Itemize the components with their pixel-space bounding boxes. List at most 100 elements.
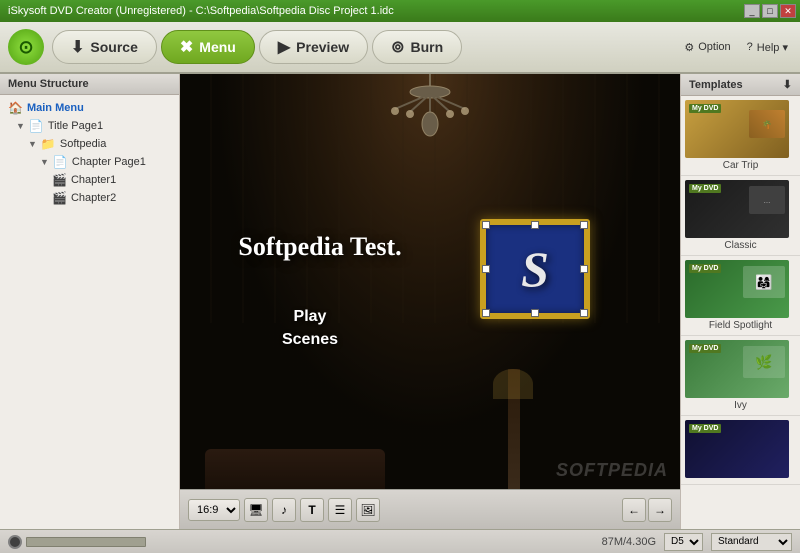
- thumbnail-frame[interactable]: S: [480, 219, 590, 319]
- option-button[interactable]: ⚙ Option: [680, 39, 734, 56]
- prev-button[interactable]: ←: [622, 498, 646, 522]
- template-thumb-ivy: My DVD 🌿: [685, 340, 789, 398]
- tree-item-chapter-page1[interactable]: ▼ 📄 Chapter Page1: [4, 153, 175, 171]
- tab-source-label: Source: [90, 39, 137, 55]
- preview-icon: ▶: [278, 37, 290, 57]
- template-thumb-car-trip: My DVD 🌴: [685, 100, 789, 158]
- screen-icon: 🖥: [248, 503, 263, 517]
- expand-icon-2: ▼: [28, 139, 37, 149]
- template-field-spotlight[interactable]: My DVD 👨‍👩‍👧 Field Spotlight: [681, 256, 800, 336]
- source-icon: ⬇: [71, 37, 84, 57]
- home-icon: 🏠: [8, 101, 23, 115]
- tab-source[interactable]: ⬇ Source: [52, 30, 157, 64]
- nav-tabs: ⬇ Source ✖ Menu ▶ Preview ⊚ Burn: [52, 30, 680, 64]
- selection-handle-tr[interactable]: [580, 221, 588, 229]
- tree-item-chapter1[interactable]: 🎬 Chapter1: [4, 171, 175, 189]
- main-content: Menu Structure 🏠 Main Menu ▼ 📄 Title Pag…: [0, 74, 800, 529]
- image-tool-button[interactable]: 🖼: [356, 498, 380, 522]
- selection-handle-mr[interactable]: [580, 265, 588, 273]
- tree-container: 🏠 Main Menu ▼ 📄 Title Page1 ▼ 📁 Softpedi…: [0, 95, 179, 211]
- template-classic[interactable]: My DVD ... Classic: [681, 176, 800, 256]
- watermark: SOFTPEDIA: [556, 460, 668, 481]
- nav-arrows: ← →: [622, 498, 672, 522]
- sofa-decoration: [205, 449, 385, 489]
- template-ivy[interactable]: My DVD 🌿 Ivy: [681, 336, 800, 416]
- next-button[interactable]: →: [648, 498, 672, 522]
- tree-item-softpedia[interactable]: ▼ 📁 Softpedia: [4, 135, 175, 153]
- toolbar-right: ⚙ Option ? Help ▾: [680, 39, 792, 56]
- app-logo: ⊙: [8, 29, 44, 65]
- option-label: Option: [698, 41, 730, 53]
- chapters-tool-button[interactable]: ☰: [328, 498, 352, 522]
- center-panel: Softpedia Test. Play Scenes S: [180, 74, 680, 529]
- selection-handle-br[interactable]: [580, 309, 588, 317]
- chapter1-label: Chapter1: [71, 174, 116, 186]
- help-icon: ?: [747, 41, 753, 53]
- template-thumb-5: My DVD: [685, 420, 789, 478]
- right-panel: Templates ⬇ My DVD 🌴 Car Trip My DVD ...: [680, 74, 800, 529]
- selection-handle-bl[interactable]: [482, 309, 490, 317]
- selection-handle-ml[interactable]: [482, 265, 490, 273]
- status-icon: [8, 535, 22, 549]
- menu-background: Softpedia Test. Play Scenes S: [180, 74, 680, 489]
- arrow-right-icon: →: [654, 503, 666, 517]
- text-icon: T: [308, 503, 315, 517]
- tab-burn-label: Burn: [411, 39, 444, 55]
- template-thumb-field: My DVD 👨‍👩‍👧: [685, 260, 789, 318]
- status-right: 87M/4.30G D5 D9 Standard High Quality Cu…: [602, 533, 792, 551]
- expand-icon-3: ▼: [40, 157, 49, 167]
- main-menu-label: Main Menu: [27, 102, 84, 114]
- burn-icon: ⊚: [391, 37, 404, 57]
- tree-item-main-menu[interactable]: 🏠 Main Menu: [4, 99, 175, 117]
- arrow-left-icon: ←: [628, 503, 640, 517]
- minimize-button[interactable]: _: [744, 4, 760, 18]
- screen-tool-button[interactable]: 🖥: [244, 498, 268, 522]
- chapter-page1-label: Chapter Page1: [72, 156, 146, 168]
- chapter2-label: Chapter2: [71, 192, 116, 204]
- music-tool-button[interactable]: ♪: [272, 498, 296, 522]
- quality-select[interactable]: Standard High Quality Custom: [711, 533, 792, 551]
- image-icon: 🖼: [360, 503, 375, 517]
- template-5[interactable]: My DVD: [681, 416, 800, 485]
- tab-burn[interactable]: ⊚ Burn: [372, 30, 462, 64]
- chandelier-decoration: [370, 74, 490, 144]
- tab-menu-label: Menu: [199, 39, 236, 55]
- chapter1-icon: 🎬: [52, 173, 67, 187]
- title-bar: iSkysoft DVD Creator (Unregistered) - C:…: [0, 0, 800, 22]
- tab-menu[interactable]: ✖ Menu: [161, 30, 255, 64]
- template-car-trip[interactable]: My DVD 🌴 Car Trip: [681, 96, 800, 176]
- close-button[interactable]: ✕: [780, 4, 796, 18]
- download-icon[interactable]: ⬇: [783, 78, 792, 91]
- chapter2-icon: 🎬: [52, 191, 67, 205]
- selection-handle-bc[interactable]: [531, 309, 539, 317]
- tree-item-chapter2[interactable]: 🎬 Chapter2: [4, 189, 175, 207]
- floor-lamp-decoration: [508, 369, 520, 489]
- help-button[interactable]: ? Help ▾: [743, 39, 792, 56]
- aspect-ratio-select[interactable]: 16:9 4:3: [188, 499, 240, 521]
- preview-area[interactable]: Softpedia Test. Play Scenes S: [180, 74, 680, 489]
- size-display: 87M/4.30G: [602, 536, 656, 548]
- menu-play-scenes: Play Scenes: [282, 306, 338, 351]
- folder-icon: 📁: [41, 137, 56, 151]
- menu-title: Softpedia Test.: [238, 232, 401, 262]
- car-trip-label: Car Trip: [685, 160, 796, 171]
- preview-toolbar: 16:9 4:3 🖥 ♪ T ☰ 🖼 ←: [180, 489, 680, 529]
- title-bar-title: iSkysoft DVD Creator (Unregistered) - C:…: [4, 5, 744, 17]
- status-bar: 87M/4.30G D5 D9 Standard High Quality Cu…: [0, 529, 800, 553]
- status-progress-bar: [26, 537, 146, 547]
- ivy-label: Ivy: [685, 400, 796, 411]
- selection-handle-tc[interactable]: [531, 221, 539, 229]
- field-spotlight-label: Field Spotlight: [685, 320, 796, 331]
- disc-type-select[interactable]: D5 D9: [664, 533, 703, 551]
- music-icon: ♪: [281, 503, 287, 517]
- page-icon: 📄: [29, 119, 44, 133]
- selection-handle-tl[interactable]: [482, 221, 490, 229]
- title-bar-controls: _ □ ✕: [744, 4, 796, 18]
- maximize-button[interactable]: □: [762, 4, 778, 18]
- title-page1-label: Title Page1: [48, 120, 103, 132]
- softpedia-label: Softpedia: [60, 138, 106, 150]
- text-tool-button[interactable]: T: [300, 498, 324, 522]
- tree-item-title-page1[interactable]: ▼ 📄 Title Page1: [4, 117, 175, 135]
- thumb-letter: S: [521, 240, 549, 298]
- tab-preview[interactable]: ▶ Preview: [259, 30, 368, 64]
